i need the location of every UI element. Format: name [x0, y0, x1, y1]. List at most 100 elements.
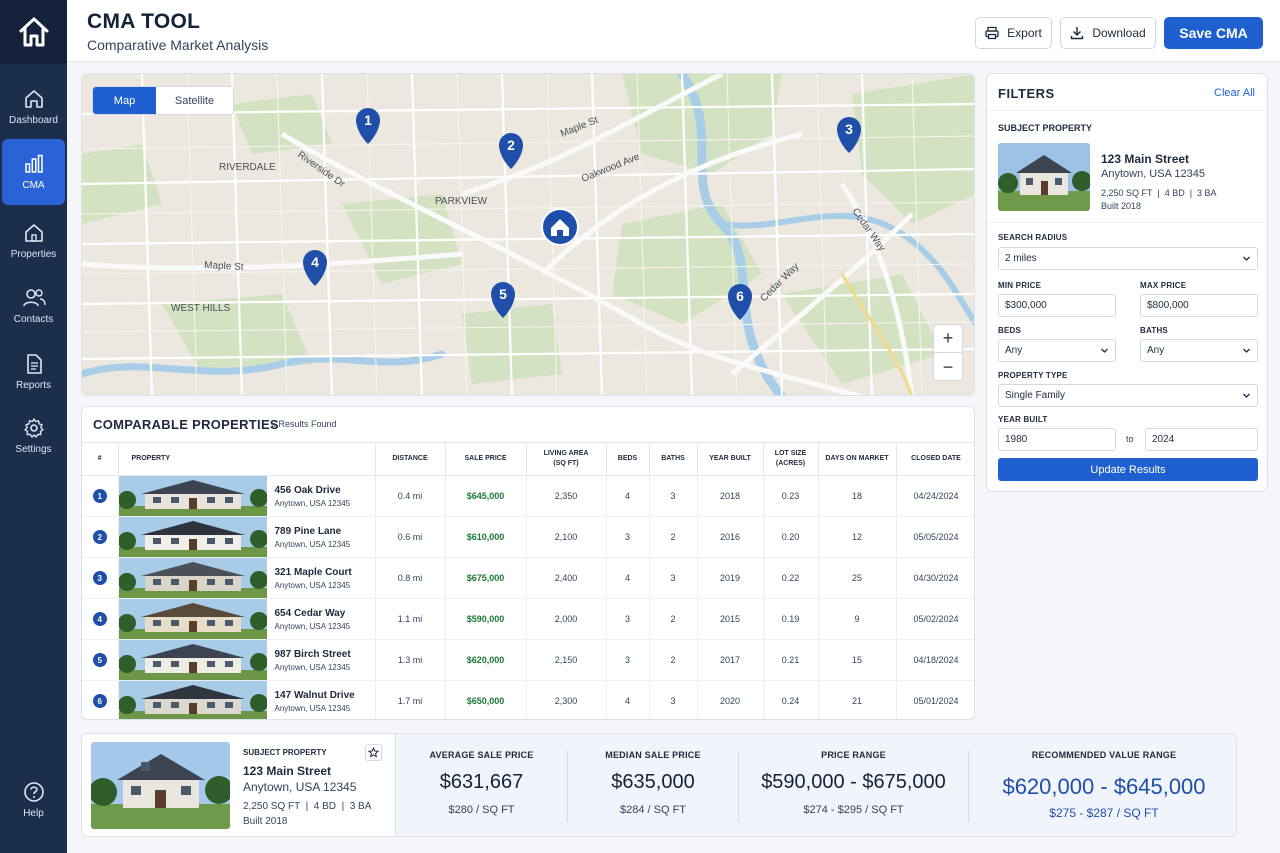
col-lot-size-label: LOT SIZE: [774, 450, 807, 457]
year-built-to-input[interactable]: 2024: [1145, 428, 1258, 451]
year-built-cell: 2019: [696, 557, 764, 599]
sidebar-item-label: Settings: [15, 444, 52, 455]
col-sale-price[interactable]: SALE PRICE: [444, 442, 527, 476]
chevron-down-icon: [1101, 348, 1108, 353]
sidebar-item-cma[interactable]: CMA: [2, 139, 65, 205]
col-days-on-market[interactable]: DAYS ON MARKET: [817, 442, 897, 476]
sidebar-item-help[interactable]: Help: [0, 768, 67, 832]
property-photo: [118, 599, 267, 639]
clear-all-link[interactable]: Clear All: [1214, 87, 1255, 99]
property-cell[interactable]: 147 Walnut Drive Anytown, USA 12345: [117, 680, 376, 719]
table-row[interactable]: 4 654 Cedar Way Anytown, USA 12345 1.1 mi $5…: [82, 598, 974, 640]
zoom-out-button[interactable]: −: [934, 353, 962, 381]
market-stats: AVERAGE SALE PRICE $631,667 $280 / SQ FT…: [395, 734, 1236, 836]
chevron-down-icon: [1243, 256, 1250, 261]
col-beds[interactable]: BEDS: [605, 442, 650, 476]
property-cell[interactable]: 987 Birch Street Anytown, USA 12345: [117, 639, 376, 681]
row-number-cell: 6: [82, 680, 119, 719]
filters-title: FILTERS: [998, 86, 1055, 101]
subject-property-pin[interactable]: [541, 208, 579, 246]
living-area-cell: 2,100: [525, 516, 607, 558]
home-logo-icon: [19, 17, 48, 47]
favorite-button[interactable]: [365, 744, 382, 761]
col-year-built[interactable]: YEAR BUILT: [696, 442, 764, 476]
svg-text:3: 3: [845, 121, 853, 137]
results-count: 6 Results Found: [271, 419, 337, 429]
row-number-cell: 2: [82, 516, 119, 558]
save-cma-button[interactable]: Save CMA: [1164, 17, 1263, 49]
divider: [987, 110, 1267, 111]
baths-value: Any: [1147, 345, 1165, 356]
table-row[interactable]: 5 987 Birch Street Anytown, USA 12345 1.3 m…: [82, 639, 974, 681]
chevron-down-icon: [1243, 348, 1250, 353]
row-number-cell: 4: [82, 598, 119, 640]
update-results-button[interactable]: Update Results: [998, 458, 1258, 481]
baths-cell: 2: [648, 516, 698, 558]
baths-cell: 3: [648, 557, 698, 599]
search-radius-value: 2 miles: [1005, 253, 1037, 264]
download-button[interactable]: Download: [1060, 17, 1156, 49]
col-baths[interactable]: BATHS: [648, 442, 698, 476]
app-logo[interactable]: [0, 0, 67, 64]
search-radius-select[interactable]: 2 miles: [998, 247, 1258, 270]
sidebar-item-contacts[interactable]: Contacts: [0, 274, 67, 338]
baths-cell: 3: [648, 475, 698, 517]
year-built-from-input[interactable]: 1980: [998, 428, 1116, 451]
row-number-badge: 5: [92, 653, 107, 667]
map-toggle-map[interactable]: Map: [93, 87, 156, 114]
map-view[interactable]: RIVERDALE PARKVIEW WEST HILLS Maple St O…: [81, 73, 975, 396]
map-canvas[interactable]: RIVERDALE PARKVIEW WEST HILLS Maple St O…: [82, 74, 975, 396]
zoom-in-button[interactable]: +: [934, 325, 962, 353]
max-price-input[interactable]: $800,000: [1140, 294, 1258, 317]
table-row[interactable]: 2 789 Pine Lane Anytown, USA 12345 0.6 mi $6…: [82, 516, 974, 558]
row-number-badge: 6: [92, 694, 107, 708]
download-label: Download: [1092, 26, 1146, 40]
col-distance[interactable]: DISTANCE: [374, 442, 446, 476]
sale-price-cell: $620,000: [444, 639, 527, 681]
col-property[interactable]: PROPERTY: [117, 442, 376, 476]
col-lot-size[interactable]: LOT SIZE (ACRES): [762, 442, 819, 476]
sidebar-item-settings[interactable]: Settings: [0, 404, 67, 468]
property-cell[interactable]: 456 Oak Drive Anytown, USA 12345: [117, 475, 376, 517]
sidebar-item-label: Dashboard: [9, 115, 58, 126]
stat-per-sqft: $284 / SQ FT: [619, 804, 687, 816]
table-row[interactable]: 1 456 Oak Drive Anytown, USA 12345 0.4 mi $6…: [82, 475, 974, 517]
download-icon: [1071, 27, 1084, 40]
year-built-cell: 2017: [696, 639, 764, 681]
lot-size-cell: 0.23: [762, 475, 819, 517]
property-address: 456 Oak Drive: [274, 484, 341, 496]
property-address: 147 Walnut Drive: [274, 689, 355, 701]
sidebar-item-properties[interactable]: Properties: [0, 209, 67, 273]
beds-cell: 3: [605, 639, 650, 681]
property-cell[interactable]: 654 Cedar Way Anytown, USA 12345: [117, 598, 376, 640]
beds-select[interactable]: Any: [998, 339, 1116, 362]
row-number-cell: 1: [82, 475, 119, 517]
table-row[interactable]: 6 147 Walnut Drive Anytown, USA 12345 1.7 m…: [82, 680, 974, 719]
stat-price-range: PRICE RANGE $590,000 - $675,000 $274 - $…: [739, 734, 968, 836]
subject-specs: 2,250 SQ FT | 4 BD | 3 BA: [1101, 188, 1217, 198]
property-address: 654 Cedar Way: [274, 607, 346, 619]
sidebar-item-reports[interactable]: Reports: [0, 340, 67, 404]
baths-select[interactable]: Any: [1140, 339, 1258, 362]
col-closed-date[interactable]: CLOSED DATE: [895, 442, 974, 476]
property-address: 987 Birch Street: [274, 648, 351, 660]
sidebar-item-dashboard[interactable]: Dashboard: [0, 75, 67, 139]
col-lot-size-unit: (ACRES): [775, 460, 806, 467]
year-range-separator: to: [1126, 434, 1134, 444]
summary-subject-specs: 2,250 SQ FT | 4 BD | 3 BA: [243, 801, 372, 812]
star-icon: [368, 747, 379, 758]
table-row[interactable]: 3 321 Maple Court Anytown, USA 12345 0.8 mi…: [82, 557, 974, 599]
beds-value: Any: [1005, 345, 1023, 356]
col-living-area[interactable]: LIVING AREA (SQ FT): [525, 442, 607, 476]
summary-subject-name: 123 Main Street: [243, 764, 332, 778]
property-type-select[interactable]: Single Family: [998, 384, 1258, 407]
property-cell[interactable]: 789 Pine Lane Anytown, USA 12345: [117, 516, 376, 558]
stat-value: $620,000 - $645,000: [1002, 774, 1206, 799]
row-number-cell: 3: [82, 557, 119, 599]
min-price-input[interactable]: $300,000: [998, 294, 1116, 317]
house-icon: [24, 224, 43, 242]
export-button[interactable]: Export: [975, 17, 1052, 49]
map-toggle-satellite[interactable]: Satellite: [156, 87, 233, 114]
sale-price-cell: $675,000: [444, 557, 527, 599]
property-cell[interactable]: 321 Maple Court Anytown, USA 12345: [117, 557, 376, 599]
